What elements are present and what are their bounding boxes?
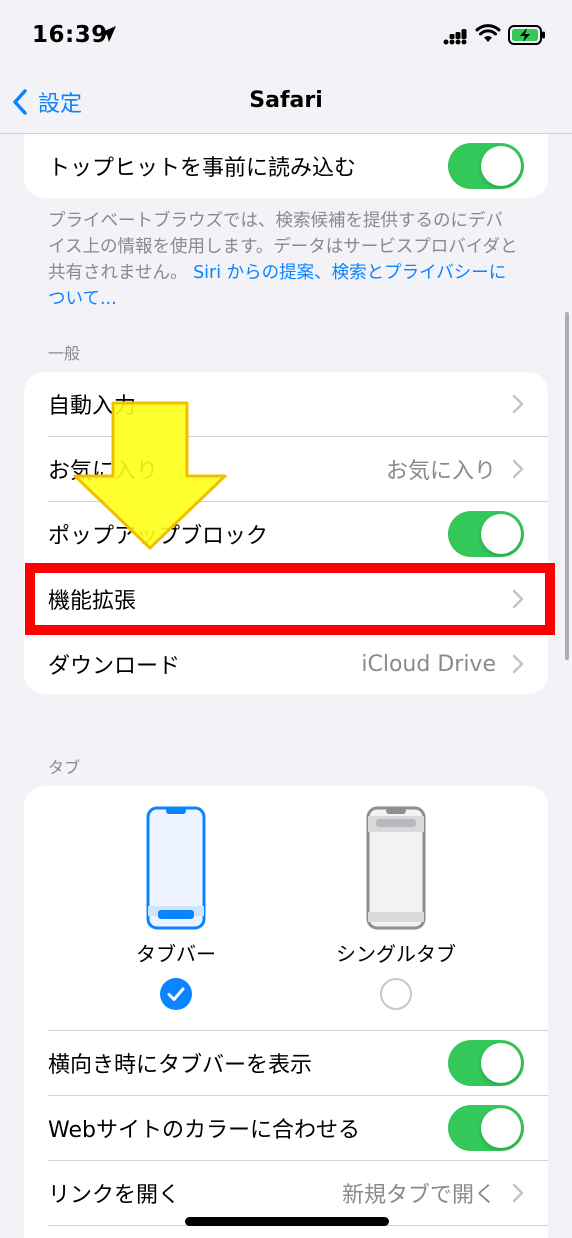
- landscape-tab-bar-label: 横向き時にタブバーを表示: [48, 1053, 313, 1078]
- tab-bar-option[interactable]: タブバー: [76, 786, 276, 1026]
- chevron-right-icon: [512, 459, 524, 479]
- preload-top-hit-label: トップヒットを事前に読み込む: [48, 156, 357, 181]
- chevron-right-icon: [512, 654, 524, 674]
- section-header-tabs: タブ: [48, 758, 81, 777]
- single-tab-option[interactable]: シングルタブ: [296, 786, 496, 1026]
- single-tab-label: シングルタブ: [336, 942, 456, 966]
- toggle-knob: [481, 514, 521, 554]
- toggle-knob: [481, 146, 521, 186]
- annotation-highlight-box: [25, 563, 555, 635]
- tab-bar-label: タブバー: [136, 942, 216, 966]
- landscape-tab-bar-row[interactable]: 横向き時にタブバーを表示: [24, 1031, 548, 1095]
- popup-block-toggle[interactable]: [448, 511, 524, 557]
- wifi-icon: [475, 24, 501, 42]
- phone-tab-bar-icon: [146, 806, 206, 930]
- annotation-arrow-down-icon: [73, 401, 227, 550]
- chevron-right-icon: [512, 394, 524, 414]
- phone-single-tab-icon: [366, 806, 426, 930]
- toggle-knob: [481, 1043, 521, 1083]
- location-arrow-icon: [100, 26, 116, 42]
- scroll-indicator[interactable]: [565, 312, 569, 660]
- open-links-value: 新規タブで開く: [341, 1183, 496, 1208]
- navigation-bar: 設定 Safari: [0, 72, 572, 134]
- cellular-signal-icon: [443, 29, 467, 45]
- chevron-right-icon: [512, 1183, 524, 1203]
- open-links-label: リンクを開く: [48, 1183, 181, 1208]
- open-links-row[interactable]: リンクを開く 新規タブで開く: [24, 1161, 548, 1225]
- battery-charging-icon: [508, 25, 545, 45]
- status-bar: 16:39: [0, 0, 572, 72]
- downloads-label: ダウンロード: [48, 654, 181, 679]
- single-tab-radio[interactable]: [380, 978, 412, 1010]
- downloads-value: iCloud Drive: [361, 651, 496, 677]
- section-header-general: 一般: [48, 344, 81, 363]
- preload-top-hit-toggle[interactable]: [448, 143, 524, 189]
- checkmark-icon: [167, 987, 185, 1001]
- home-indicator[interactable]: [185, 1217, 389, 1226]
- tabs-group: タブバー シングルタブ 横向き時にタブバーを表示 Webサイトのカラーに合わせる…: [24, 786, 548, 1238]
- page-title: Safari: [249, 88, 323, 113]
- landscape-tab-bar-toggle[interactable]: [448, 1040, 524, 1086]
- toggle-knob: [481, 1108, 521, 1148]
- preload-top-hit-row[interactable]: トップヒットを事前に読み込む: [24, 134, 548, 198]
- favorites-value: お気に入り: [385, 459, 496, 484]
- tab-bar-radio[interactable]: [160, 978, 192, 1010]
- website-color-row[interactable]: Webサイトのカラーに合わせる: [24, 1096, 548, 1160]
- status-time: 16:39: [32, 22, 108, 48]
- website-color-label: Webサイトのカラーに合わせる: [48, 1118, 360, 1143]
- privacy-footnote: プライベートブラウズでは、検索候補を提供するのにデバイス上の情報を使用します。デ…: [48, 208, 518, 312]
- downloads-row[interactable]: ダウンロード iCloud Drive: [24, 632, 548, 694]
- website-color-toggle[interactable]: [448, 1105, 524, 1151]
